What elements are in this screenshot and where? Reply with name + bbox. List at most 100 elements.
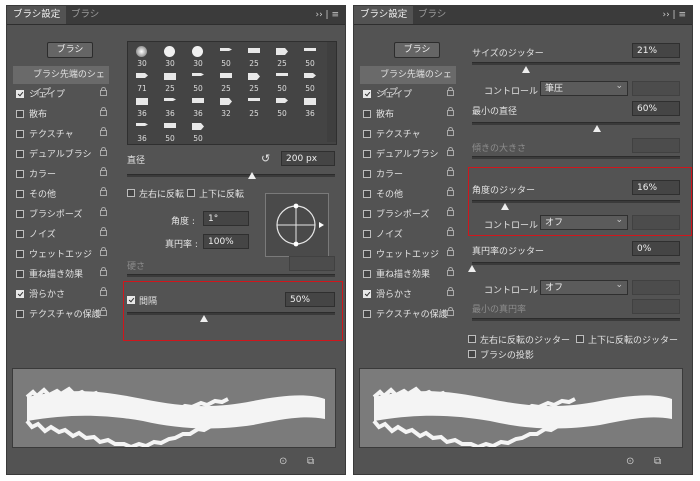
lock-icon[interactable]	[447, 307, 454, 316]
sidebar-item[interactable]: 重ね描き効果	[13, 266, 109, 284]
tilt-scale-field[interactable]	[632, 138, 680, 153]
sidebar-checkbox[interactable]	[16, 150, 24, 158]
sidebar-item[interactable]: 重ね描き効果	[360, 266, 456, 284]
brush-tip[interactable]: 32	[214, 94, 238, 119]
lock-icon[interactable]	[447, 127, 454, 136]
lock-icon[interactable]	[447, 167, 454, 176]
sidebar-checkbox[interactable]	[363, 230, 371, 238]
sidebar-item[interactable]: テクスチャ	[360, 126, 456, 144]
lock-icon[interactable]	[447, 267, 454, 276]
sidebar-item[interactable]: ノイズ	[13, 226, 109, 244]
sidebar-item[interactable]: ブラシポーズ	[360, 206, 456, 224]
sidebar-checkbox[interactable]	[16, 190, 24, 198]
lock-icon[interactable]	[447, 87, 454, 96]
sidebar-checkbox[interactable]	[16, 170, 24, 178]
protect-texture-icon[interactable]: ⊙	[626, 456, 634, 467]
grid-scrollbar[interactable]	[327, 42, 336, 142]
roundness-jitter-thumb[interactable]	[468, 265, 476, 272]
lock-icon[interactable]	[100, 287, 107, 296]
sidebar-checkbox[interactable]	[363, 150, 371, 158]
sidebar-item[interactable]: ブラシポーズ	[13, 206, 109, 224]
lock-icon[interactable]	[100, 87, 107, 96]
tab-brushes[interactable]: ブラシ	[65, 6, 105, 24]
lock-icon[interactable]	[100, 307, 107, 316]
lock-icon[interactable]	[100, 187, 107, 196]
sidebar-item[interactable]: その他	[13, 186, 109, 204]
size-jitter-thumb[interactable]	[522, 66, 531, 73]
sidebar-item[interactable]: その他	[360, 186, 456, 204]
size-jitter-field[interactable]: 21%	[632, 43, 680, 58]
brush-tip[interactable]: 50	[298, 44, 322, 69]
tilt-scale-slider[interactable]	[472, 156, 680, 159]
sidebar-item[interactable]: カラー	[13, 166, 109, 184]
brush-tip[interactable]: 25	[270, 44, 294, 69]
sidebar-checkbox[interactable]	[16, 110, 24, 118]
brush-tip[interactable]: 71	[130, 69, 154, 94]
reset-size-icon[interactable]: ↺	[261, 152, 270, 165]
sidebar-checkbox[interactable]	[363, 110, 371, 118]
lock-icon[interactable]	[447, 287, 454, 296]
lock-icon[interactable]	[447, 107, 454, 116]
lock-icon[interactable]	[100, 107, 107, 116]
control-field-1[interactable]	[632, 81, 680, 96]
sidebar-item[interactable]: ブラシ先端のシェイプ	[13, 66, 109, 98]
brush-tip[interactable]: 36	[130, 119, 154, 144]
brush-tip[interactable]: 25	[242, 44, 266, 69]
sidebar-checkbox[interactable]	[16, 90, 24, 98]
lock-icon[interactable]	[447, 187, 454, 196]
sidebar-item[interactable]: ウェットエッジ	[360, 246, 456, 264]
min-roundness-field[interactable]	[632, 299, 680, 314]
sidebar-item[interactable]: シェイプ	[360, 86, 456, 104]
lock-icon[interactable]	[447, 247, 454, 256]
brush-tip[interactable]: 50	[214, 44, 238, 69]
sidebar-item[interactable]: 滑らかさ	[13, 286, 109, 304]
roundness-jitter-slider[interactable]	[472, 262, 680, 265]
sidebar-checkbox[interactable]	[363, 90, 371, 98]
brush-tip-grid[interactable]: 30 30 30 50 25 25 50 71 25 50 25 25 50 50 36 36 36 32 25 50…	[127, 41, 337, 145]
sidebar-item[interactable]: テクスチャ	[13, 126, 109, 144]
brush-tip[interactable]: 50	[186, 119, 210, 144]
lock-icon[interactable]	[447, 147, 454, 156]
min-diameter-slider[interactable]	[472, 122, 680, 125]
sidebar-item[interactable]: テクスチャの保護	[13, 306, 109, 324]
brush-tip[interactable]: 25	[214, 69, 238, 94]
min-diameter-field[interactable]: 60%	[632, 101, 680, 116]
sidebar-checkbox[interactable]	[363, 290, 371, 298]
tab-brush-settings[interactable]: ブラシ設定	[354, 6, 414, 24]
diameter-field[interactable]: 200 px	[281, 151, 335, 166]
sidebar-item[interactable]: デュアルブラシ	[360, 146, 456, 164]
roundness-jitter-field[interactable]: 0%	[632, 241, 680, 256]
new-brush-icon[interactable]: ⧉	[307, 456, 314, 467]
lock-icon[interactable]	[100, 167, 107, 176]
panel-menu-icon[interactable]: ›› | ≡	[316, 6, 340, 24]
brush-tip[interactable]: 25	[158, 69, 182, 94]
diameter-slider[interactable]	[127, 174, 335, 177]
new-brush-icon[interactable]: ⧉	[654, 456, 661, 467]
tab-brushes[interactable]: ブラシ	[412, 6, 452, 24]
brush-tip[interactable]: 30	[186, 44, 210, 69]
sidebar-checkbox[interactable]	[363, 270, 371, 278]
lock-icon[interactable]	[100, 267, 107, 276]
sidebar-checkbox[interactable]	[16, 230, 24, 238]
sidebar-item[interactable]: デュアルブラシ	[13, 146, 109, 164]
brush-tip[interactable]: 30	[158, 44, 182, 69]
sidebar-checkbox[interactable]	[363, 210, 371, 218]
control-dropdown-3[interactable]: オフ	[540, 278, 628, 295]
brush-tip[interactable]: 36	[130, 94, 154, 119]
brush-projection-checkbox[interactable]	[468, 350, 476, 358]
size-jitter-slider[interactable]	[472, 62, 680, 65]
lock-icon[interactable]	[100, 227, 107, 236]
sidebar-item[interactable]: カラー	[360, 166, 456, 184]
brushes-button[interactable]: ブラシ	[394, 42, 440, 58]
sidebar-item[interactable]: テクスチャの保護	[360, 306, 456, 324]
sidebar-checkbox[interactable]	[363, 250, 371, 258]
lock-icon[interactable]	[100, 147, 107, 156]
brush-tip[interactable]: 30	[130, 44, 154, 69]
tab-brush-settings[interactable]: ブラシ設定	[7, 6, 67, 24]
min-roundness-slider[interactable]	[472, 318, 680, 321]
sidebar-checkbox[interactable]	[16, 290, 24, 298]
flip-y-jitter-checkbox[interactable]	[576, 335, 584, 343]
sidebar-checkbox[interactable]	[16, 250, 24, 258]
sidebar-item[interactable]: ノイズ	[360, 226, 456, 244]
brush-tip[interactable]: 50	[270, 94, 294, 119]
